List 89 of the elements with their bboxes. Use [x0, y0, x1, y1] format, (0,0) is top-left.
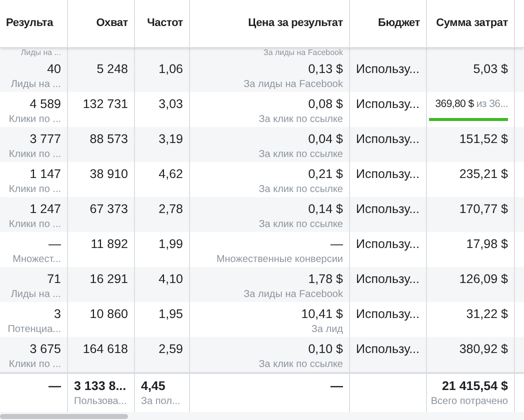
cell-caption: За клик по ссылке [258, 113, 343, 127]
column-header[interactable]: Охват [96, 15, 128, 32]
cell-caption: Пользова... [74, 395, 127, 409]
cell-value: 126,09 $ [459, 271, 508, 288]
cell-value: 0,13 $ [308, 61, 343, 78]
cell-value: 21 415,54 $ [442, 378, 508, 395]
column-header[interactable]: Сумма затрат [436, 15, 508, 32]
cell-value: 1,99 [158, 236, 183, 253]
cell-value: 1,78 $ [308, 271, 343, 288]
cell-value: Использу... [356, 61, 420, 78]
cell-caption: Множест... [12, 253, 61, 267]
cell-value: 31,22 $ [466, 306, 508, 323]
cell-value: 132 731 [82, 96, 128, 113]
cell-value: 151,52 $ [459, 131, 508, 148]
cell-value: Использу... [356, 271, 420, 288]
cell-value: 235,21 $ [459, 166, 508, 183]
cell-caption: Потенциа... [8, 323, 61, 337]
cell-caption: За клик по ссылке [258, 148, 343, 162]
cell-value: 380,92 $ [459, 341, 508, 358]
cell-value: 16 291 [90, 271, 128, 288]
cell-value: Использу... [356, 201, 420, 218]
cell-caption: Лиды на ... [10, 288, 61, 302]
cell-value: 11 892 [90, 236, 128, 253]
cell-caption: Клики по ... [8, 358, 61, 372]
cell-value: 4,10 [158, 271, 183, 288]
cell-caption: За лид [311, 323, 343, 337]
cell-value: Использу... [356, 131, 420, 148]
cell-value: 71 [47, 271, 61, 288]
cell-value: 3 133 8... [74, 378, 126, 395]
cell-value: — [330, 236, 343, 253]
cell-caption: Клики по ... [8, 218, 61, 232]
cell-value: 1 147 [30, 166, 61, 183]
cell-value: 88 573 [90, 131, 128, 148]
cell-value: 10 860 [90, 306, 128, 323]
cell-value: 170,77 $ [459, 201, 508, 218]
cell-value: — [48, 378, 61, 395]
cell-caption: За лиды на Facebook [244, 78, 343, 92]
cell-value: Использу... [356, 341, 420, 358]
cell-caption: За пол... [141, 395, 180, 409]
cell-value: 67 373 [90, 201, 128, 218]
cell-caption: Всего потрачено [430, 395, 508, 409]
cell-value: Использу... [356, 236, 420, 253]
cell-caption: За клик по ссылке [258, 358, 343, 372]
column-header[interactable]: Бюджет [378, 15, 420, 32]
cell-value: — [330, 378, 343, 395]
cell-value: 10,41 $ [301, 306, 343, 323]
column-header[interactable]: Цена за результат [248, 15, 343, 32]
cell-caption: За клик по ссылке [258, 183, 343, 197]
cell-value: 38 910 [90, 166, 128, 183]
cell-caption: Клики по ... [8, 113, 61, 127]
cell-caption: Лиды на ... [20, 48, 61, 57]
cell-value: 1,06 [158, 61, 183, 78]
cell-value: 2,59 [158, 341, 183, 358]
cell-caption: Лиды на ... [10, 78, 61, 92]
cell-value: 3 675 [30, 341, 61, 358]
cell-value: — [48, 236, 61, 253]
cell-value: 0,08 $ [308, 96, 343, 113]
cell-value: 5,03 $ [473, 61, 508, 78]
cell-value: 3,19 [158, 131, 183, 148]
cell-value: 2,78 [158, 201, 183, 218]
cell-value: 0,04 $ [308, 131, 343, 148]
cell-value: 369,80 $ из 36... [435, 97, 508, 112]
cell-value: 0,21 $ [308, 166, 343, 183]
cell-value: 164 618 [82, 341, 128, 358]
cell-value: 1,95 [158, 306, 183, 323]
cell-caption: Множественные конверсии [216, 253, 343, 267]
cell-value: 4,45 [141, 378, 166, 395]
scrollbar-thumb[interactable] [0, 414, 128, 419]
cell-value: 5 248 [96, 61, 128, 78]
cell-caption: Клики по ... [8, 183, 61, 197]
cell-value: 3 [54, 306, 61, 323]
cell-value: 40 [47, 61, 61, 78]
cell-value: 4 589 [30, 96, 61, 113]
cell-value: 3 777 [30, 131, 61, 148]
cell-value: 3,03 [158, 96, 183, 113]
cell-caption: За клик по ссылке [258, 218, 343, 232]
cell-value: Использу... [356, 96, 420, 113]
column-header[interactable]: Результа [6, 15, 54, 32]
cell-caption: За лиды на Facebook [263, 48, 343, 57]
column-header[interactable]: Частот [147, 15, 183, 32]
cell-caption: Клики по ... [8, 148, 61, 162]
cell-value: 0,14 $ [308, 201, 343, 218]
cell-value: 4,62 [158, 166, 183, 183]
cell-value: Использу... [356, 166, 420, 183]
cell-value: 17,98 $ [466, 236, 508, 253]
cell-value: 1 247 [30, 201, 61, 218]
cell-value: 0,10 $ [308, 341, 343, 358]
cell-value: Использу... [356, 306, 420, 323]
cell-caption: За лиды на Facebook [244, 288, 343, 302]
